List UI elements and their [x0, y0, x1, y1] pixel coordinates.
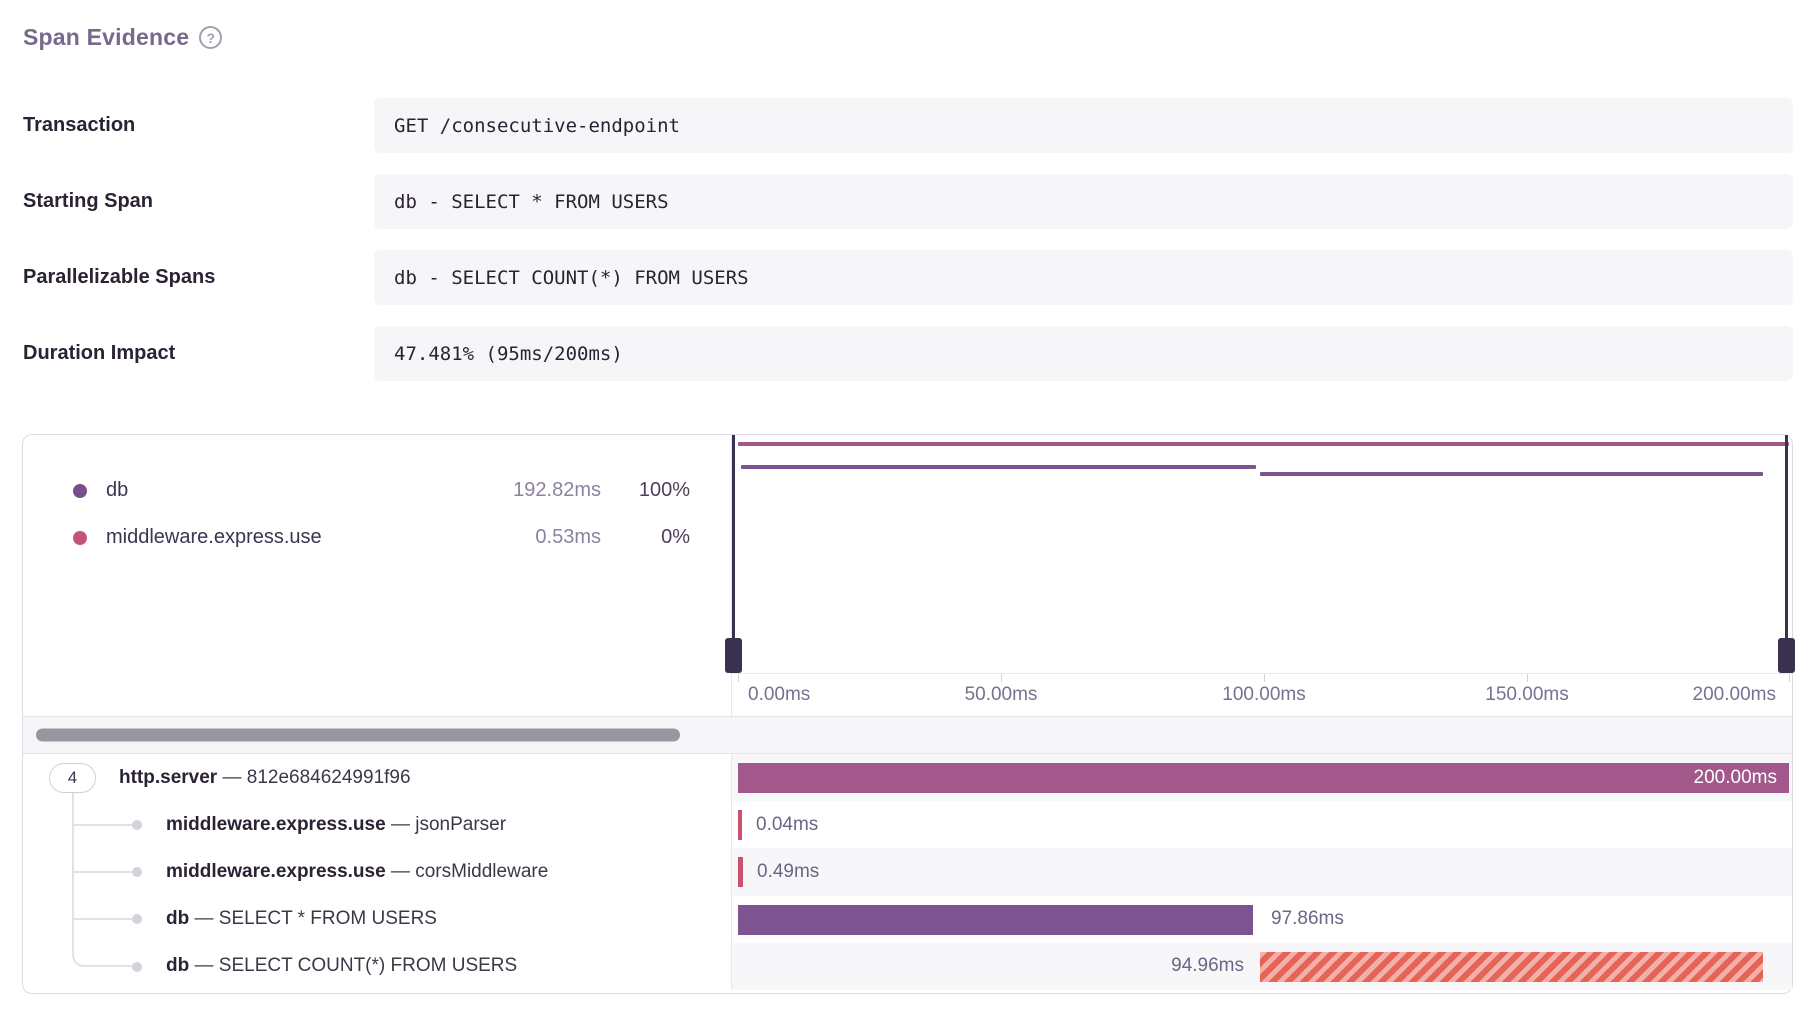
time-axis: 0.00ms 50.00ms 100.00ms 150.00ms 200.00ms	[732, 673, 1792, 715]
evidence-label: Transaction	[23, 114, 374, 137]
minimap-span-line	[738, 442, 1789, 446]
evidence-label: Duration Impact	[23, 342, 374, 365]
span-row-db-count[interactable]: db — SELECT COUNT(*) FROM USERS 94.96ms	[23, 943, 1792, 990]
evidence-label: Parallelizable Spans	[23, 266, 374, 289]
span-duration-label: 97.86ms	[1271, 908, 1344, 930]
span-title: middleware.express.use — jsonParser	[166, 814, 506, 836]
span-separator: —	[386, 814, 416, 835]
evidence-label: Starting Span	[23, 190, 374, 213]
legend-duration: 192.82ms	[513, 479, 601, 502]
duration-impact-value: 47.481% (95ms/200ms)	[374, 326, 1793, 381]
evidence-list: Transaction GET /consecutive-endpoint St…	[23, 98, 1793, 402]
span-op: http.server	[119, 767, 217, 788]
span-duration-label: 0.04ms	[756, 814, 818, 836]
minimap-right-cursor[interactable]	[1785, 435, 1788, 673]
span-title: db — SELECT COUNT(*) FROM USERS	[166, 955, 517, 977]
span-bar-cell: 97.86ms	[732, 896, 1792, 943]
corsmiddleware-span-bar[interactable]	[738, 857, 743, 887]
axis-tick-label: 200.00ms	[1693, 684, 1776, 706]
trace-panel: db 192.82ms 100% middleware.express.use …	[22, 434, 1793, 994]
minimap-left-handle[interactable]	[725, 638, 742, 673]
axis-tick-label: 0.00ms	[748, 684, 810, 706]
legend-duration: 0.53ms	[535, 526, 601, 549]
span-op: db	[166, 908, 189, 929]
evidence-row-duration-impact: Duration Impact 47.481% (95ms/200ms)	[23, 326, 1793, 381]
axis-tick-mark	[1264, 674, 1265, 682]
legend-name: db	[106, 479, 513, 502]
span-waterfall-rows: 4 http.server — 812e684624991f96 200.00m…	[23, 754, 1792, 990]
transaction-value: GET /consecutive-endpoint	[374, 98, 1793, 153]
span-description: SELECT * FROM USERS	[219, 908, 437, 929]
middleware-legend-dot	[73, 531, 87, 545]
evidence-row-starting-span: Starting Span db - SELECT * FROM USERS	[23, 174, 1793, 229]
span-count-badge[interactable]: 4	[49, 763, 96, 793]
span-row-http-server[interactable]: 4 http.server — 812e684624991f96 200.00m…	[23, 754, 1792, 801]
span-row-jsonparser[interactable]: middleware.express.use — jsonParser 0.04…	[23, 801, 1792, 848]
legend-percent: 0%	[601, 526, 690, 549]
minimap-right-handle[interactable]	[1778, 638, 1795, 673]
axis-tick-mark	[738, 674, 739, 682]
span-bar-cell: 0.49ms	[732, 848, 1792, 895]
horizontal-scrollbar-track[interactable]	[23, 716, 1792, 754]
span-description: jsonParser	[415, 814, 506, 835]
span-bar-cell: 0.04ms	[732, 801, 1792, 848]
span-tree-cell: 4 http.server — 812e684624991f96	[23, 754, 732, 801]
help-icon[interactable]: ?	[199, 26, 222, 49]
span-duration-label: 200.00ms	[1694, 767, 1777, 789]
span-description: 812e684624991f96	[247, 767, 411, 788]
section-header: Span Evidence ?	[23, 24, 222, 51]
span-evidence-page: Span Evidence ? Transaction GET /consecu…	[0, 0, 1820, 1020]
axis-tick-label: 50.00ms	[965, 684, 1038, 706]
span-separator: —	[386, 861, 416, 882]
span-duration-label: 0.49ms	[757, 861, 819, 883]
trace-minimap-area: 0.00ms 50.00ms 100.00ms 150.00ms 200.00ms	[732, 435, 1792, 716]
trace-minimap[interactable]	[732, 435, 1792, 673]
db-legend-dot	[73, 484, 87, 498]
legend-row-db[interactable]: db 192.82ms 100%	[23, 467, 731, 514]
legend-name: middleware.express.use	[106, 526, 535, 549]
axis-tick-mark	[1001, 674, 1002, 682]
span-title: http.server — 812e684624991f96	[119, 767, 411, 789]
span-tree-cell: db — SELECT * FROM USERS	[23, 896, 732, 943]
parallelizable-spans-value: db - SELECT COUNT(*) FROM USERS	[374, 250, 1793, 305]
ops-breakdown-legend: db 192.82ms 100% middleware.express.use …	[23, 435, 732, 716]
span-separator: —	[217, 767, 247, 788]
span-tree-cell: db — SELECT COUNT(*) FROM USERS	[23, 943, 732, 990]
axis-tick-label: 150.00ms	[1485, 684, 1568, 706]
trace-panel-top: db 192.82ms 100% middleware.express.use …	[23, 435, 1792, 716]
span-duration-label: 94.96ms	[1171, 955, 1244, 977]
span-bar-cell: 94.96ms	[732, 943, 1792, 990]
minimap-left-cursor[interactable]	[732, 435, 735, 673]
span-description: SELECT COUNT(*) FROM USERS	[219, 955, 517, 976]
span-row-db-select[interactable]: db — SELECT * FROM USERS 97.86ms	[23, 896, 1792, 943]
jsonparser-span-bar[interactable]	[738, 810, 742, 840]
span-description: corsMiddleware	[415, 861, 548, 882]
span-op: middleware.express.use	[166, 814, 386, 835]
span-op: middleware.express.use	[166, 861, 386, 882]
span-tree-cell: middleware.express.use — jsonParser	[23, 801, 732, 848]
db-count-span-bar-parallelizable[interactable]	[1260, 952, 1763, 982]
span-title: db — SELECT * FROM USERS	[166, 908, 437, 930]
axis-tick-mark	[1527, 674, 1528, 682]
horizontal-scrollbar-thumb[interactable]	[36, 729, 680, 742]
http-server-span-bar[interactable]: 200.00ms	[738, 763, 1789, 793]
span-row-corsmiddleware[interactable]: middleware.express.use — corsMiddleware …	[23, 848, 1792, 895]
span-separator: —	[189, 908, 219, 929]
legend-row-middleware[interactable]: middleware.express.use 0.53ms 0%	[23, 514, 731, 561]
span-tree-cell: middleware.express.use — corsMiddleware	[23, 848, 732, 895]
minimap-span-line	[1260, 472, 1763, 476]
evidence-row-transaction: Transaction GET /consecutive-endpoint	[23, 98, 1793, 153]
axis-tick-label: 100.00ms	[1222, 684, 1305, 706]
db-select-span-bar[interactable]	[738, 905, 1253, 935]
page-title: Span Evidence	[23, 24, 189, 51]
minimap-span-line	[741, 465, 1256, 469]
axis-tick-mark	[1789, 674, 1790, 682]
legend-percent: 100%	[601, 479, 690, 502]
starting-span-value: db - SELECT * FROM USERS	[374, 174, 1793, 229]
span-op: db	[166, 955, 189, 976]
span-bar-cell: 200.00ms	[732, 754, 1792, 801]
span-title: middleware.express.use — corsMiddleware	[166, 861, 548, 883]
span-separator: —	[189, 955, 219, 976]
evidence-row-parallelizable-spans: Parallelizable Spans db - SELECT COUNT(*…	[23, 250, 1793, 305]
